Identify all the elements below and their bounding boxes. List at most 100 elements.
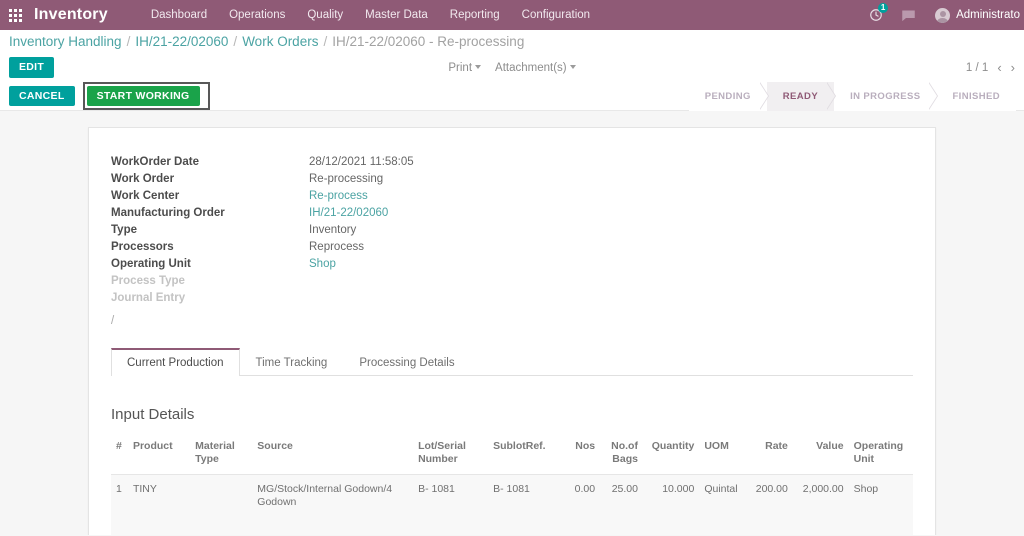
print-dropdown[interactable]: Print [448,62,481,74]
menu-item-dashboard[interactable]: Dashboard [140,0,218,30]
menu-item-operations[interactable]: Operations [218,0,296,30]
cell-source: MG/Stock/Internal Godown/4 Godown [252,475,413,518]
breadcrumb-separator: / [127,34,131,49]
tab-current-production[interactable]: Current Production [111,348,240,376]
notebook-tab-list: Current Production Time Tracking Process… [111,347,913,376]
pager-next-icon[interactable]: › [1011,61,1015,74]
field-value-processors: Reprocess [309,239,364,256]
cancel-button[interactable]: CANCEL [9,86,75,107]
breadcrumb-item-work-orders[interactable]: Work Orders [242,34,318,49]
menu-item-configuration[interactable]: Configuration [511,0,601,30]
field-work-order: Work Order Re-processing [111,171,913,188]
field-value-manufacturing-order[interactable]: IH/21-22/02060 [309,205,388,222]
field-label-operating-unit: Operating Unit [111,256,309,273]
menu-item-master-data[interactable]: Master Data [354,0,439,30]
cell-no-of-bags: 25.00 [600,475,643,518]
field-value-work-order: Re-processing [309,171,383,188]
edit-button[interactable]: EDIT [9,57,54,78]
pager-count: 1 / 1 [966,62,988,74]
notebook: Current Production Time Tracking Process… [111,347,913,535]
top-right-tools: 1 Administrato [860,0,1024,30]
status-action-buttons: CANCEL START WORKING [9,82,210,111]
menu-item-quality[interactable]: Quality [296,0,354,30]
tab-time-tracking[interactable]: Time Tracking [240,348,344,376]
user-name-label: Administrato [956,9,1020,21]
record-pager: 1 / 1 ‹ › [966,61,1015,74]
chat-bubble-icon [901,9,916,22]
breadcrumb-item-manufacturing-order[interactable]: IH/21-22/02060 [135,34,228,49]
field-label-work-order: Work Order [111,171,309,188]
breadcrumb-separator: / [323,34,327,49]
tab-processing-details[interactable]: Processing Details [343,348,470,376]
cell-sublot-ref: B- 1081 [488,475,555,518]
chevron-down-icon [570,65,576,69]
cell-operating-unit: Shop [849,475,913,518]
cell-material-type [190,475,252,518]
table-row[interactable]: 1 TINY MG/Stock/Internal Godown/4 Godown… [111,475,913,518]
main-menu: Dashboard Operations Quality Master Data… [140,0,601,30]
field-label-processors: Processors [111,239,309,256]
column-header-sublot-ref: SublotRef. [488,437,555,475]
column-header-source: Source [252,437,413,475]
pager-previous-icon[interactable]: ‹ [997,61,1001,74]
top-navigation-bar: Inventory Dashboard Operations Quality M… [0,0,1024,30]
table-spacer-row [111,517,913,535]
table-header-row: # Product Material Type Source Lot/Seria… [111,437,913,475]
table-spacer-cell [111,517,913,535]
field-value-workorder-date: 28/12/2021 11:58:05 [309,154,414,171]
user-menu-button[interactable]: Administrato [925,8,1024,23]
notebook-page-current-production: Input Details # Product Material Type So… [111,406,913,535]
field-label-type: Type [111,222,309,239]
status-in-progress[interactable]: IN PROGRESS [834,82,936,111]
column-header-uom: UOM [699,437,745,475]
messages-button[interactable] [892,0,925,30]
activity-count-badge: 1 [878,3,888,13]
menu-item-reporting[interactable]: Reporting [439,0,511,30]
apps-grid-icon[interactable] [0,0,30,30]
control-panel-top-row: EDIT Print Attachment(s) 1 / 1 ‹ › [0,53,1024,82]
input-details-title: Input Details [111,406,913,423]
start-working-button[interactable]: START WORKING [87,86,200,107]
breadcrumb-item-inventory-handling[interactable]: Inventory Handling [9,34,122,49]
control-panel-actions: Print Attachment(s) [0,62,1024,74]
cell-nos: 0.00 [555,475,600,518]
field-label-workorder-date: WorkOrder Date [111,154,309,171]
control-panel-button-row: CANCEL START WORKING PENDING READY IN PR… [0,82,1024,111]
breadcrumb: Inventory Handling / IH/21-22/02060 / Wo… [0,30,1024,53]
field-value-type: Inventory [309,222,356,239]
cell-index: 1 [111,475,128,518]
record-form-sheet: WorkOrder Date 28/12/2021 11:58:05 Work … [88,127,936,535]
column-header-value: Value [793,437,849,475]
column-header-index: # [111,437,128,475]
status-bar: PENDING READY IN PROGRESS FINISHED [689,82,1024,111]
field-manufacturing-order: Manufacturing Order IH/21-22/02060 [111,205,913,222]
input-details-table-body: 1 TINY MG/Stock/Internal Godown/4 Godown… [111,475,913,536]
field-value-work-center[interactable]: Re-process [309,188,368,205]
cell-product: TINY [128,475,190,518]
app-brand-title[interactable]: Inventory [34,6,108,24]
work-order-field-group: WorkOrder Date 28/12/2021 11:58:05 Work … [111,154,913,327]
cell-value: 2,000.00 [793,475,849,518]
cell-quantity: 10.000 [643,475,699,518]
user-avatar-icon [935,8,950,23]
field-type: Type Inventory [111,222,913,239]
field-workorder-date: WorkOrder Date 28/12/2021 11:58:05 [111,154,913,171]
column-header-nos: Nos [555,437,600,475]
field-processors: Processors Reprocess [111,239,913,256]
field-value-operating-unit[interactable]: Shop [309,256,336,273]
start-working-highlight: START WORKING [83,82,210,111]
column-header-operating-unit: Operating Unit [849,437,913,475]
field-label-journal-entry: Journal Entry [111,290,309,307]
activity-menu-button[interactable]: 1 [860,0,892,30]
breadcrumb-separator: / [233,34,237,49]
form-trailing-text: / [111,315,913,327]
attachments-dropdown[interactable]: Attachment(s) [495,62,576,74]
status-finished[interactable]: FINISHED [936,82,1016,111]
column-header-rate: Rate [746,437,793,475]
status-pending[interactable]: PENDING [689,82,767,111]
status-ready[interactable]: READY [767,82,834,111]
column-header-lot-serial: Lot/Serial Number [413,437,488,475]
field-process-type: Process Type [111,273,913,290]
column-header-product: Product [128,437,190,475]
field-work-center: Work Center Re-process [111,188,913,205]
